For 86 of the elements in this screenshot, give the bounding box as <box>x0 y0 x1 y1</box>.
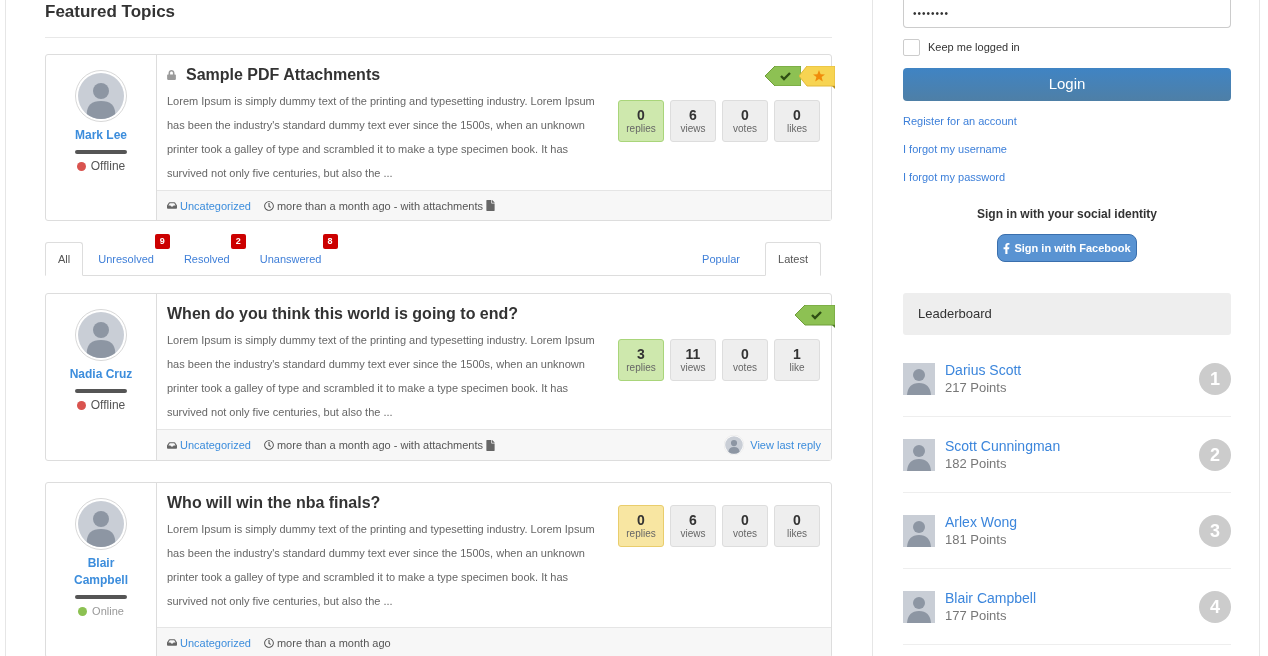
stat-label: replies <box>626 528 656 540</box>
avatar-icon <box>903 363 935 395</box>
inbox-icon <box>167 637 177 648</box>
stat-value: 0 <box>637 107 645 123</box>
leader-name[interactable]: Blair Campbell <box>945 589 1037 607</box>
status-text: Online <box>92 604 124 619</box>
topic-title[interactable]: Sample PDF Attachments <box>186 65 381 85</box>
stat-label: likes <box>787 528 807 540</box>
author-name[interactable]: Blair Campbell <box>63 555 139 589</box>
author-name[interactable]: Nadia Cruz <box>69 366 133 383</box>
facebook-button[interactable]: Sign in with Facebook <box>997 234 1137 262</box>
category-link[interactable]: Uncategorized <box>180 197 251 214</box>
social-heading: Sign in with your social identity <box>977 206 1157 222</box>
clock-icon <box>263 637 274 648</box>
account-link[interactable]: I forgot my username <box>903 142 1007 156</box>
leader-name[interactable]: Darius Scott <box>945 361 1022 379</box>
stat-value: 6 <box>689 512 697 528</box>
topic-title[interactable]: When do you think this world is going to end? <box>167 304 519 324</box>
stat-value: 3 <box>637 346 645 362</box>
stat-label: views <box>680 528 706 540</box>
facebook-icon <box>1003 242 1011 254</box>
topic-excerpt: Lorem Ipsum is simply dummy text of the printing and typesetting industry. Lorem Ipsum has been the industry's standard dummy text ever since the 1500s, when an unknown printer took a galley of type and scrambled it to make a type specimen book. It has survived not only five centuries, but also the ... <box>167 333 596 420</box>
tab[interactable]: All <box>45 242 84 276</box>
stat-value: 0 <box>637 512 645 528</box>
checkbox-label: Keep me logged in <box>928 40 1020 56</box>
author-name[interactable]: Mark Lee <box>75 127 127 144</box>
stat-label: votes <box>733 362 757 374</box>
stat-label: views <box>680 123 706 135</box>
stat-label: views <box>680 362 706 374</box>
rank-bar <box>75 389 127 393</box>
avatar-icon <box>75 70 127 122</box>
leader-points: 181 Points <box>945 531 1008 549</box>
rank-bar <box>75 595 127 599</box>
category-link[interactable]: Uncategorized <box>180 437 251 453</box>
password-field[interactable]: •••••••• <box>903 0 1231 28</box>
avatar-icon <box>903 439 935 471</box>
topic-excerpt: Lorem Ipsum is simply dummy text of the printing and typesetting industry. Lorem Ipsum has been the industry's standard dummy text ever since the 1500s, when an unknown printer took a galley of type and scrambled it to make a type specimen book. It has survived not only five centuries, but also the ... <box>167 522 596 609</box>
stat-label: like <box>789 362 805 374</box>
clock-icon <box>263 200 274 211</box>
stat-value: 0 <box>793 512 801 528</box>
leader-points: 217 Points <box>945 379 1008 397</box>
stat-value: 6 <box>689 107 697 123</box>
stat-label: votes <box>733 528 757 540</box>
stat-label: votes <box>733 123 757 135</box>
topic-excerpt: Lorem Ipsum is simply dummy text of the printing and typesetting industry. Lorem Ipsum has been the industry's standard dummy text ever since the 1500s, when an unknown printer took a galley of type and scrambled it to make a type specimen book. It has survived not only five centuries, but also the ... <box>167 94 596 181</box>
stat-value: 0 <box>793 107 801 123</box>
topic-time: more than a month ago - with attachments <box>276 438 483 453</box>
checkbox[interactable] <box>903 39 920 56</box>
inbox-icon <box>167 439 177 451</box>
stat-value: 11 <box>685 346 701 362</box>
count-badge: 9 <box>154 234 170 249</box>
stat-value: 0 <box>741 346 749 362</box>
rank-bar <box>75 150 127 154</box>
status-text: Offline <box>90 158 126 174</box>
topic-title[interactable]: Who will win the nba finals? <box>167 493 381 513</box>
tab[interactable]: Latest <box>765 242 821 276</box>
stat-value: 0 <box>741 512 749 528</box>
stat-label: likes <box>787 123 807 135</box>
leader-points: 182 Points <box>945 455 1008 473</box>
section-heading: Featured Topics <box>45 1 177 22</box>
status-text: Offline <box>90 397 126 413</box>
stat-label: replies <box>626 362 656 374</box>
avatar-icon <box>724 435 745 455</box>
leader-points: 177 Points <box>945 607 1008 625</box>
leader-name[interactable]: Arlex Wong <box>945 513 1018 531</box>
avatar-icon <box>903 591 935 623</box>
category-link[interactable]: Uncategorized <box>180 634 251 651</box>
inbox-icon <box>167 200 177 211</box>
clock-icon <box>263 440 274 450</box>
leaderboard-header: Leaderboard <box>903 293 1231 335</box>
tab[interactable]: Popular <box>687 242 756 276</box>
view-last-reply-link[interactable]: View last reply <box>750 437 821 453</box>
avatar-icon <box>75 309 127 361</box>
topic-time: more than a month ago - with attachments <box>276 198 483 214</box>
account-link[interactable]: I forgot my password <box>903 170 1006 184</box>
leader-name[interactable]: Scott Cunningman <box>945 437 1061 455</box>
count-badge: 8 <box>322 234 338 249</box>
stat-value: 1 <box>793 346 801 362</box>
stat-label: replies <box>626 123 656 135</box>
login-button[interactable]: Login <box>903 68 1231 101</box>
stat-value: 0 <box>741 107 749 123</box>
avatar-icon <box>903 515 935 547</box>
avatar-icon <box>75 498 127 550</box>
account-link[interactable]: Register for an account <box>903 114 1017 128</box>
topic-time: more than a month ago <box>276 635 391 651</box>
count-badge: 2 <box>230 234 246 249</box>
